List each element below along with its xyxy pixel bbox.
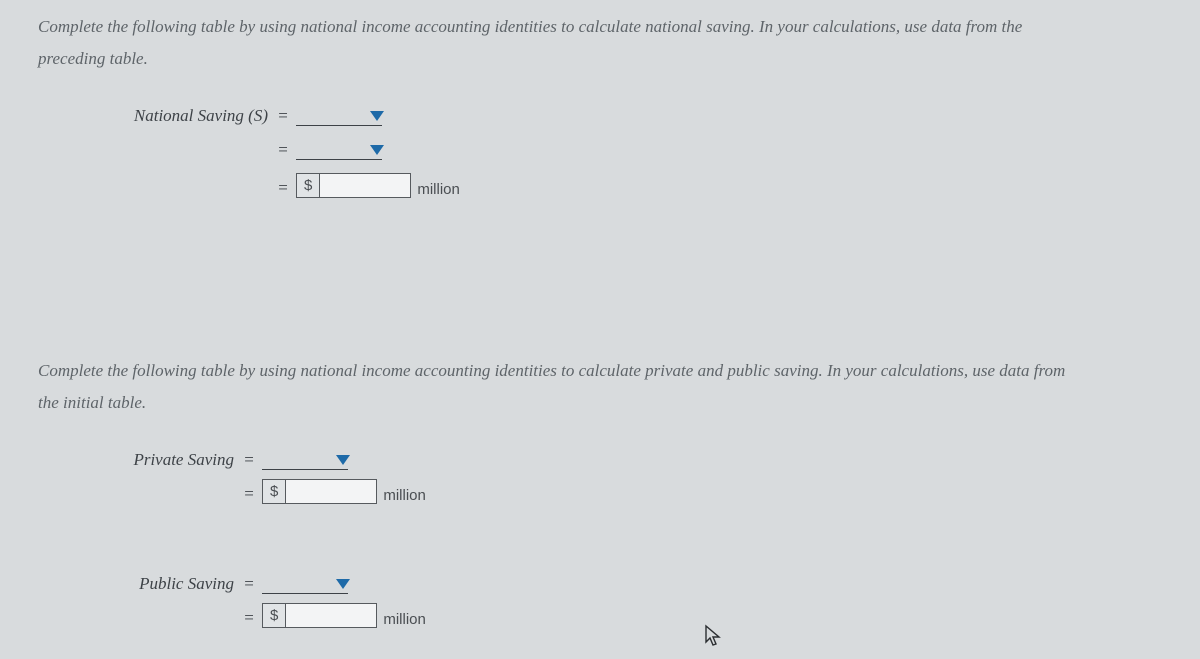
public-saving-label: Public Saving bbox=[139, 574, 234, 593]
dollar-sign: $ bbox=[262, 479, 285, 504]
unit-million: million bbox=[383, 487, 426, 504]
equals-3: = bbox=[274, 178, 292, 198]
private-saving-row1: Private Saving = bbox=[38, 440, 1162, 470]
private-saving-row2: = $ million bbox=[38, 474, 1162, 504]
equals-7: = bbox=[240, 608, 258, 628]
exercise-page: Complete the following table by using na… bbox=[0, 0, 1200, 659]
cursor-icon bbox=[704, 624, 724, 653]
equals-1: = bbox=[274, 106, 292, 126]
public-saving-formula-blank[interactable] bbox=[262, 571, 348, 594]
public-saving-row1: Public Saving = bbox=[38, 564, 1162, 594]
dollar-sign: $ bbox=[296, 173, 319, 198]
private-saving-amount-input[interactable] bbox=[285, 479, 377, 504]
national-saving-row3: = $ million bbox=[38, 168, 1162, 198]
equals-5: = bbox=[240, 484, 258, 504]
public-saving-row2: = $ million bbox=[38, 598, 1162, 628]
private-saving-label: Private Saving bbox=[133, 450, 234, 469]
dollar-sign: $ bbox=[262, 603, 285, 628]
unit-million: million bbox=[383, 611, 426, 628]
equals-2: = bbox=[274, 140, 292, 160]
chevron-down-icon[interactable] bbox=[336, 579, 350, 589]
instruction-2-line1: Complete the following table by using na… bbox=[38, 358, 1162, 384]
national-saving-row1: National Saving (S) = bbox=[38, 96, 1162, 126]
equals-4: = bbox=[240, 450, 258, 470]
chevron-down-icon[interactable] bbox=[336, 455, 350, 465]
chevron-down-icon[interactable] bbox=[370, 111, 384, 121]
national-saving-formula-blank-1[interactable] bbox=[296, 103, 382, 126]
equals-6: = bbox=[240, 574, 258, 594]
private-saving-formula-blank[interactable] bbox=[262, 447, 348, 470]
instruction-1-line2: preceding table. bbox=[38, 46, 1162, 72]
national-saving-amount-input[interactable] bbox=[319, 173, 411, 198]
public-saving-amount-input[interactable] bbox=[285, 603, 377, 628]
national-saving-formula-blank-2[interactable] bbox=[296, 137, 382, 160]
national-saving-row2: = bbox=[38, 130, 1162, 160]
instruction-1-line1: Complete the following table by using na… bbox=[38, 14, 1162, 40]
chevron-down-icon[interactable] bbox=[370, 145, 384, 155]
instruction-2-line2: the initial table. bbox=[38, 390, 1162, 416]
national-saving-label: National Saving (S) bbox=[134, 106, 268, 125]
unit-million: million bbox=[417, 181, 460, 198]
